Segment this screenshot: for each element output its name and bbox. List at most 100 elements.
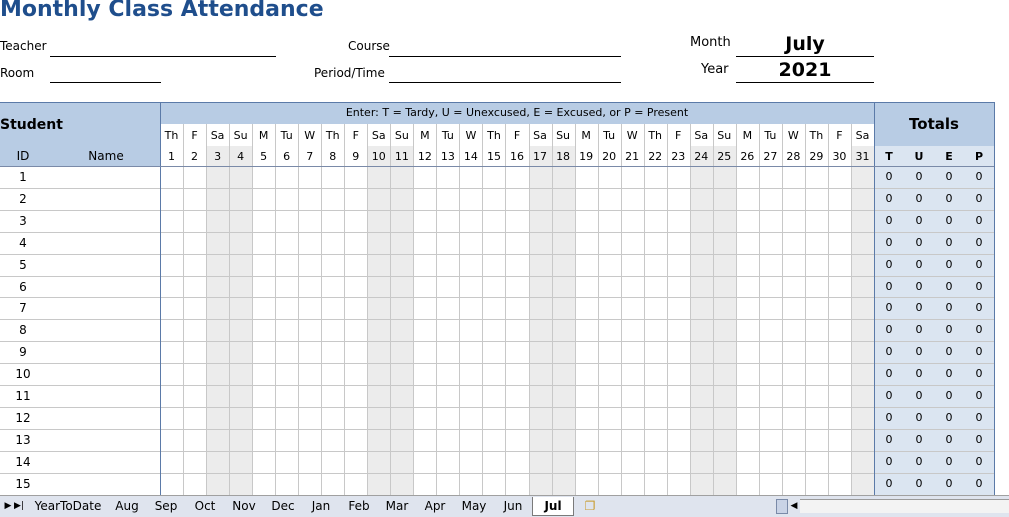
- total-value: 0: [915, 432, 923, 446]
- header-bottom-line: [0, 166, 994, 167]
- student-name-cell[interactable]: [46, 232, 160, 254]
- total-value: 0: [945, 279, 953, 293]
- month-value[interactable]: July: [736, 33, 874, 55]
- year-value[interactable]: 2021: [736, 59, 874, 81]
- student-name-cell[interactable]: [46, 341, 160, 363]
- student-name-cell[interactable]: [46, 254, 160, 276]
- last-sheet-icon[interactable]: ▶|: [13, 497, 25, 515]
- total-value: 0: [885, 279, 893, 293]
- day-column-line: [321, 124, 323, 495]
- student-name-cell[interactable]: [46, 210, 160, 232]
- sheet-tab-apr[interactable]: Apr: [416, 497, 454, 515]
- student-name-cell[interactable]: [46, 166, 160, 188]
- page-title: Monthly Class Attendance: [0, 0, 324, 22]
- student-name-cell[interactable]: [46, 319, 160, 341]
- horizontal-scrollbar[interactable]: [800, 499, 1009, 513]
- right-border: [994, 102, 995, 495]
- total-value: 0: [975, 476, 983, 490]
- teacher-field[interactable]: [50, 56, 276, 57]
- day-column-line: [298, 124, 300, 495]
- sheet-tab-feb[interactable]: Feb: [340, 497, 378, 515]
- day-number: 22: [648, 150, 663, 163]
- student-name-cell[interactable]: [46, 429, 160, 451]
- room-field[interactable]: [50, 82, 161, 83]
- student-id: 3: [19, 213, 27, 228]
- total-value: 0: [915, 279, 923, 293]
- day-number: 29: [809, 150, 824, 163]
- day-number: 6: [283, 150, 291, 163]
- total-value: 0: [915, 257, 923, 271]
- id-column-header: ID: [16, 149, 30, 163]
- day-number: 26: [740, 150, 755, 163]
- day-name: Th: [164, 129, 179, 142]
- day-column-line: [482, 124, 484, 495]
- day-number: 4: [237, 150, 245, 163]
- student-id: 15: [15, 476, 31, 491]
- scroll-left-icon[interactable]: ◀: [788, 497, 800, 515]
- total-value: 0: [975, 279, 983, 293]
- day-name: Th: [325, 129, 340, 142]
- student-name-cell[interactable]: [46, 385, 160, 407]
- student-name-cell[interactable]: [46, 451, 160, 473]
- total-value: 0: [975, 170, 983, 183]
- course-field[interactable]: [389, 56, 621, 57]
- sheet-tab-yeartodate[interactable]: YearToDate: [28, 497, 108, 515]
- total-value: 0: [885, 367, 893, 381]
- day-number: 23: [671, 150, 686, 163]
- sheet-tab-nov[interactable]: Nov: [224, 497, 264, 515]
- total-value: 0: [975, 323, 983, 337]
- total-value: 0: [975, 389, 983, 402]
- total-value: 0: [885, 170, 893, 183]
- day-name: M: [258, 129, 269, 142]
- teacher-label: Teacher: [0, 39, 47, 53]
- day-number: 15: [486, 150, 501, 163]
- sheet-tab-may[interactable]: May: [454, 497, 494, 515]
- day-column-line: [597, 124, 599, 495]
- total-value: 0: [885, 191, 893, 205]
- day-column-line: [850, 124, 852, 495]
- day-number: 9: [352, 150, 360, 163]
- student-name-cell[interactable]: [46, 276, 160, 298]
- student-name-cell[interactable]: [46, 188, 160, 210]
- day-column-line: [344, 124, 346, 495]
- day-name: W: [465, 129, 477, 142]
- total-value: 0: [945, 345, 953, 359]
- weekend-column: [367, 146, 391, 495]
- scrollbar-split-handle[interactable]: [776, 499, 788, 514]
- period-field[interactable]: [389, 82, 621, 83]
- sheet-tab-jan[interactable]: Jan: [302, 497, 340, 515]
- sheet-tab-sep[interactable]: Sep: [146, 497, 186, 515]
- day-column-line: [459, 124, 461, 495]
- total-value: 0: [885, 235, 893, 249]
- student-name-cell[interactable]: [46, 473, 160, 495]
- total-value: 0: [915, 191, 923, 205]
- totals-column-t: T: [885, 150, 893, 163]
- day-name: Tu: [441, 129, 454, 142]
- total-value: 0: [915, 235, 923, 249]
- day-name: Th: [648, 129, 663, 142]
- month-label: Month: [690, 35, 731, 50]
- sheet-tab-mar[interactable]: Mar: [378, 497, 416, 515]
- day-column-line: [827, 124, 829, 495]
- day-column-line: [551, 124, 553, 495]
- day-number: 12: [417, 150, 432, 163]
- day-name: Tu: [280, 129, 293, 142]
- sheet-tab-jul[interactable]: Jul: [532, 497, 574, 516]
- total-value: 0: [915, 389, 923, 402]
- day-name: Th: [809, 129, 824, 142]
- student-name-cell[interactable]: [46, 363, 160, 385]
- totals-divider: [874, 102, 875, 495]
- sheet-tab-jun[interactable]: Jun: [494, 497, 532, 515]
- sheet-tab-dec[interactable]: Dec: [264, 497, 302, 515]
- student-id: 12: [15, 410, 31, 425]
- student-id: 2: [19, 191, 27, 206]
- sheet-tab-oct[interactable]: Oct: [186, 497, 224, 515]
- day-column-line: [436, 124, 438, 495]
- day-number: 13: [440, 150, 455, 163]
- student-name-cell[interactable]: [46, 297, 160, 319]
- day-name: Sa: [694, 129, 709, 142]
- insert-sheet-icon[interactable]: ❐: [582, 497, 598, 515]
- student-name-cell[interactable]: [46, 407, 160, 429]
- sheet-tab-aug[interactable]: Aug: [108, 497, 146, 515]
- day-number: 27: [763, 150, 778, 163]
